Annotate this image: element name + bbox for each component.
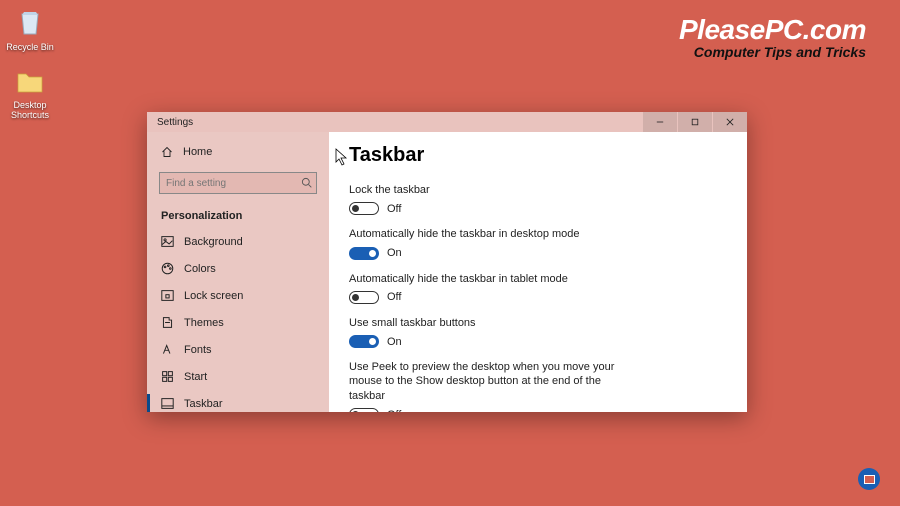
desktop-icon-shortcuts[interactable]: Desktop Shortcuts	[4, 62, 56, 121]
close-button[interactable]	[713, 112, 747, 132]
setting-autohide-tablet: Automatically hide the taskbar in tablet…	[349, 272, 727, 304]
nav-label: Background	[184, 236, 243, 248]
nav-colors[interactable]: Colors	[147, 255, 329, 282]
image-icon	[161, 235, 174, 248]
nav-label: Lock screen	[184, 290, 243, 302]
fonts-icon	[161, 343, 174, 356]
toggle-state: Off	[387, 409, 401, 412]
setting-label: Automatically hide the taskbar in deskto…	[349, 227, 639, 241]
nav-taskbar[interactable]: Taskbar	[147, 390, 329, 412]
sidebar: Home Personalization Background Colors L…	[147, 132, 329, 412]
home-icon	[161, 146, 173, 158]
toggle-small-buttons[interactable]	[349, 335, 379, 348]
setting-lock-taskbar: Lock the taskbar Off	[349, 183, 727, 215]
watermark-title: PleasePC.com	[679, 14, 866, 46]
search-input[interactable]	[159, 172, 317, 194]
cursor-icon	[335, 148, 349, 166]
nav-label: Start	[184, 371, 207, 383]
toggle-autohide-tablet[interactable]	[349, 291, 379, 304]
content-pane: Taskbar Lock the taskbar Off Automatical…	[329, 132, 747, 412]
setting-label: Use small taskbar buttons	[349, 316, 639, 330]
page-title: Taskbar	[349, 144, 727, 167]
palette-icon	[161, 262, 174, 275]
toggle-state: On	[387, 247, 402, 259]
setting-label: Use Peek to preview the desktop when you…	[349, 360, 639, 403]
home-label: Home	[183, 146, 212, 158]
nav-fonts[interactable]: Fonts	[147, 336, 329, 363]
nav-background[interactable]: Background	[147, 228, 329, 255]
tray-icon[interactable]	[858, 468, 880, 490]
nav-label: Colors	[184, 263, 216, 275]
category-label: Personalization	[147, 202, 329, 228]
search-icon	[301, 177, 312, 188]
taskbar-icon	[161, 397, 174, 410]
toggle-lock-taskbar[interactable]	[349, 202, 379, 215]
home-nav[interactable]: Home	[147, 140, 329, 164]
desktop-icon-recycle-bin[interactable]: Recycle Bin	[4, 4, 56, 52]
monitor-icon	[864, 475, 875, 484]
recycle-bin-icon	[12, 4, 48, 40]
lockscreen-icon	[161, 289, 174, 302]
watermark: PleasePC.com Computer Tips and Tricks	[679, 14, 866, 60]
toggle-peek[interactable]	[349, 408, 379, 412]
toggle-state: Off	[387, 203, 401, 215]
search-box[interactable]	[159, 172, 317, 194]
nav-themes[interactable]: Themes	[147, 309, 329, 336]
nav-label: Fonts	[184, 344, 212, 356]
themes-icon	[161, 316, 174, 329]
setting-label: Lock the taskbar	[349, 183, 639, 197]
minimize-button[interactable]	[643, 112, 677, 132]
toggle-state: Off	[387, 291, 401, 303]
nav-start[interactable]: Start	[147, 363, 329, 390]
titlebar[interactable]: Settings	[147, 112, 747, 132]
nav-label: Themes	[184, 317, 224, 329]
nav-lock-screen[interactable]: Lock screen	[147, 282, 329, 309]
settings-window: Settings Home Personalization Background…	[147, 112, 747, 412]
watermark-subtitle: Computer Tips and Tricks	[679, 44, 866, 60]
setting-small-buttons: Use small taskbar buttons On	[349, 316, 727, 348]
setting-autohide-desktop: Automatically hide the taskbar in deskto…	[349, 227, 727, 259]
maximize-button[interactable]	[678, 112, 712, 132]
setting-peek: Use Peek to preview the desktop when you…	[349, 360, 727, 412]
setting-label: Automatically hide the taskbar in tablet…	[349, 272, 639, 286]
folder-icon	[12, 62, 48, 98]
window-title: Settings	[147, 117, 642, 128]
desktop-icon-label: Desktop Shortcuts	[4, 100, 56, 121]
nav-label: Taskbar	[184, 398, 223, 410]
desktop-icon-label: Recycle Bin	[4, 42, 56, 52]
start-icon	[161, 370, 174, 383]
toggle-autohide-desktop[interactable]	[349, 247, 379, 260]
toggle-state: On	[387, 336, 402, 348]
